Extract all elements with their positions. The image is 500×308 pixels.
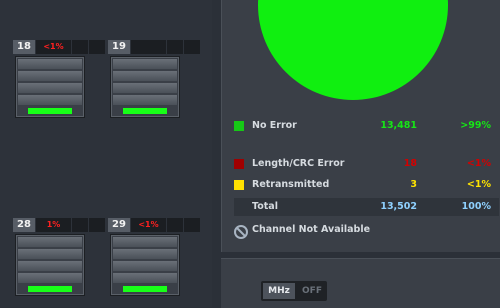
signal-meter: [123, 286, 167, 292]
legend-pct: >99%: [460, 120, 491, 131]
channel-slot: [72, 218, 88, 232]
channel-number: 19: [108, 40, 130, 54]
bar-row: [18, 237, 82, 247]
channel-error-pct: [131, 40, 166, 54]
channel-header: 19: [108, 40, 200, 54]
legend-value: 13,481: [380, 120, 417, 131]
bar-row: [113, 261, 177, 271]
channel-slot: [167, 218, 183, 232]
signal-meter: [123, 108, 167, 114]
legend-not-available: Channel Not Available: [234, 222, 499, 238]
no-error-swatch: [234, 121, 244, 131]
channel-18-card[interactable]: 18 <1%: [13, 40, 105, 118]
retransmitted-swatch: [234, 180, 244, 190]
bar-row: [113, 95, 177, 105]
channel-slot: [167, 40, 183, 54]
bar-row: [18, 71, 82, 81]
channel-error-pct: <1%: [131, 218, 166, 232]
channel-number: 18: [13, 40, 35, 54]
channel-grid: 18 <1% 19 28 1% 29 <1%: [0, 0, 212, 307]
crc-error-swatch: [234, 159, 244, 169]
bar-row: [113, 273, 177, 283]
legend-value: 13,502: [380, 201, 417, 212]
legend-pct: 100%: [461, 201, 491, 212]
bar-row: [18, 95, 82, 105]
channel-bars: [15, 56, 85, 118]
toggle-on-label[interactable]: MHz: [263, 283, 295, 299]
bar-row: [113, 83, 177, 93]
channel-28-card[interactable]: 28 1%: [13, 218, 105, 296]
bar-row: [113, 71, 177, 81]
channel-header: 18 <1%: [13, 40, 105, 54]
channel-header: 28 1%: [13, 218, 105, 232]
bar-row: [18, 261, 82, 271]
bar-row: [113, 249, 177, 259]
error-pie-chart: [258, 0, 448, 100]
legend-label: No Error: [252, 120, 297, 131]
legend-crc-error: Length/CRC Error 18 <1%: [234, 156, 499, 172]
channel-bars: [110, 234, 180, 296]
channel-number: 28: [13, 218, 35, 232]
channel-29-card[interactable]: 29 <1%: [108, 218, 200, 296]
legend-pct: <1%: [466, 158, 491, 169]
legend-retransmitted: Retransmitted 3 <1%: [234, 177, 499, 193]
legend-label: Length/CRC Error: [252, 158, 345, 169]
bar-row: [18, 83, 82, 93]
bar-row: [113, 59, 177, 69]
legend-label: Retransmitted: [252, 179, 330, 190]
settings-panel: MHz OFF: [221, 258, 500, 308]
bar-row: [18, 249, 82, 259]
legend-label: Channel Not Available: [252, 224, 371, 235]
signal-meter: [28, 286, 72, 292]
channel-slot: [184, 218, 200, 232]
channel-slot: [89, 40, 105, 54]
legend-value: 18: [403, 158, 417, 169]
legend-value: 3: [410, 179, 417, 190]
channel-bars: [110, 56, 180, 118]
legend-no-error: No Error 13,481 >99%: [234, 118, 499, 134]
toggle-off-label[interactable]: OFF: [299, 283, 325, 299]
channel-error-pct: <1%: [36, 40, 71, 54]
legend-pct: <1%: [466, 179, 491, 190]
legend-total: Total 13,502 100%: [234, 199, 499, 215]
channel-number: 29: [108, 218, 130, 232]
channel-bars: [15, 234, 85, 296]
legend-label: Total: [252, 201, 278, 212]
error-stats-panel: No Error 13,481 >99% Length/CRC Error 18…: [221, 0, 500, 252]
bar-row: [18, 273, 82, 283]
bar-row: [113, 237, 177, 247]
channel-slot: [72, 40, 88, 54]
channel-error-pct: 1%: [36, 218, 71, 232]
bar-row: [18, 59, 82, 69]
mhz-toggle[interactable]: MHz OFF: [261, 281, 327, 301]
channel-slot: [184, 40, 200, 54]
signal-meter: [28, 108, 72, 114]
channel-header: 29 <1%: [108, 218, 200, 232]
channel-19-card[interactable]: 19: [108, 40, 200, 118]
channel-slot: [89, 218, 105, 232]
